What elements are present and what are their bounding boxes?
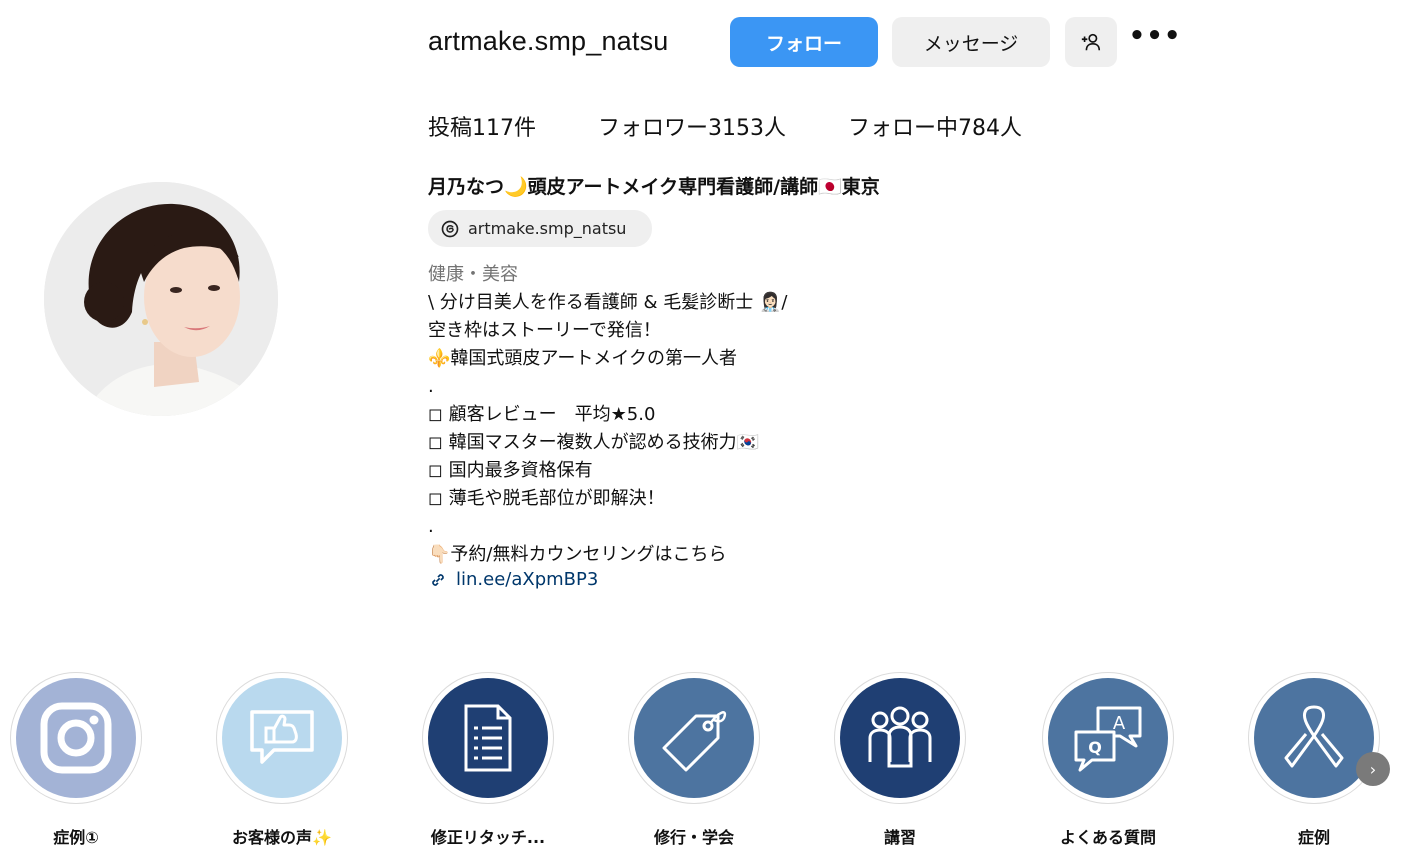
highlight-label: 講習 (883, 828, 916, 847)
bio-line: \ 分け目美人を作る看護師 & 毛髪診断士 👩🏻‍⚕️/ (428, 292, 788, 313)
highlight-item[interactable]: 修正リタッチ... (420, 672, 556, 848)
person-add-icon (1081, 33, 1101, 51)
highlight-label: よくある質問 (1059, 828, 1156, 847)
highlight-item[interactable]: A Q よくある質問 (1040, 672, 1176, 848)
threads-handle: artmake.smp_natsu (468, 219, 627, 238)
message-button[interactable]: メッセージ (892, 17, 1050, 67)
more-options-button[interactable]: ••• (1128, 17, 1182, 67)
instagram-icon (40, 702, 112, 774)
profile-username: artmake.smp_natsu (428, 26, 669, 56)
bio-line: ◻︎ 薄毛や脱毛部位が即解決！ (428, 488, 665, 509)
threads-badge[interactable]: artmake.smp_natsu (428, 210, 652, 247)
suggested-users-button[interactable] (1065, 17, 1117, 67)
followers-count[interactable]: フォロワー3153人 (598, 110, 786, 142)
highlight-label: 修行・学会 (653, 828, 734, 847)
thumbs-up-bubble-icon (250, 710, 314, 764)
profile-link-text: lin.ee/aXpmBP3 (456, 569, 599, 590)
more-options-icon: ••• (1128, 21, 1182, 51)
highlight-item[interactable]: 修行・学会 (626, 672, 762, 848)
highlight-cover (634, 678, 754, 798)
link-icon (432, 573, 444, 586)
document-list-icon (464, 704, 512, 772)
bio-line: ◻︎ 国内最多資格保有 (428, 460, 593, 481)
bio-line: 👇🏻予約/無料カウンセリングはこちら (428, 544, 727, 565)
highlight-item[interactable]: お客様の声✨ (214, 672, 350, 848)
group-people-icon (868, 706, 932, 768)
highlight-cover (428, 678, 548, 798)
bio-line: 空き枠はストーリーで発信！ (428, 320, 661, 341)
highlight-cover (1254, 678, 1374, 798)
follow-button[interactable]: フォロー (730, 17, 878, 67)
svg-text:A: A (1113, 713, 1126, 734)
svg-text:Q: Q (1088, 738, 1102, 757)
story-highlights: 症例① お客様の声✨ 修正リタッチ... 修行・学会 講習 A Q よくある質問… (0, 672, 1408, 866)
profile-full-name: 月乃なつ🌙頭皮アートメイク専門看護師/講師🇯🇵東京 (428, 176, 880, 198)
posts-count: 投稿117件 (428, 116, 536, 141)
bio-line: ◻︎ 顧客レビュー 平均★5.0 (428, 404, 656, 425)
chevron-right-icon: › (1369, 759, 1377, 779)
qa-bubbles-icon: A Q (1074, 706, 1142, 772)
bio-line: ⚜️韓国式頭皮アートメイクの第一人者 (428, 348, 737, 369)
highlight-cover (16, 678, 136, 798)
highlight-label: 症例① (53, 828, 99, 847)
highlight-label: 修正リタッチ... (430, 828, 546, 847)
highlight-item[interactable]: 症例① (8, 672, 144, 848)
highlight-cover (840, 678, 960, 798)
highlight-cover: A Q (1048, 678, 1168, 798)
highlight-label: 症例 (1297, 828, 1330, 847)
profile-link[interactable]: lin.ee/aXpmBP3 (428, 569, 598, 590)
profile-avatar[interactable] (44, 182, 278, 416)
bio-line: . (428, 376, 434, 397)
highlights-next-button[interactable]: › (1356, 752, 1390, 786)
highlight-cover (222, 678, 342, 798)
bio-line: ◻︎ 韓国マスター複数人が認める技術力🇰🇷 (428, 432, 760, 453)
highlight-label: お客様の声✨ (232, 828, 332, 847)
highlight-item[interactable]: 講習 (832, 672, 968, 848)
bio-line: . (428, 516, 434, 537)
price-tag-icon (662, 711, 727, 772)
ribbon-icon (1284, 705, 1344, 768)
following-count[interactable]: フォロー中784人 (848, 110, 1022, 142)
profile-bio: \ 分け目美人を作る看護師 & 毛髪診断士 👩🏻‍⚕️/ 空き枠はストーリーで発… (428, 289, 888, 569)
threads-icon (441, 220, 459, 237)
profile-stats: 投稿117件 フォロワー3153人 フォロー中784人 (428, 110, 1084, 142)
profile-photo (44, 182, 278, 416)
profile-category: 健康・美容 (428, 264, 518, 285)
